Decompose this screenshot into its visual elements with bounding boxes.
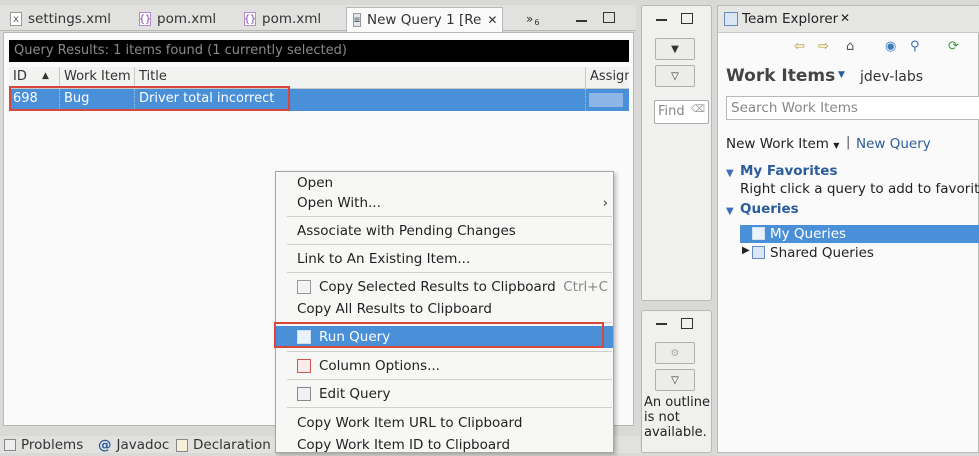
problems-icon bbox=[4, 439, 16, 451]
declaration-icon bbox=[176, 438, 188, 452]
menu-item-copy-all[interactable]: Copy All Results to Clipboard bbox=[276, 298, 613, 320]
globe-icon[interactable]: ◉ bbox=[885, 40, 899, 54]
row-highlight-box bbox=[9, 86, 290, 111]
favorites-hint: Right click a query to add to favorites bbox=[740, 181, 979, 197]
view-menu-dropdown[interactable]: ▽ bbox=[655, 65, 695, 87]
connect-icon[interactable]: ⚲ bbox=[910, 40, 924, 54]
expand-arrow-icon[interactable]: ▶ bbox=[742, 245, 750, 256]
query-file-icon: ≡ bbox=[353, 13, 362, 27]
find-input[interactable]: Find ⌫ bbox=[654, 100, 709, 124]
clear-icon[interactable]: ⌫ bbox=[691, 104, 705, 115]
view-menu-dropdown[interactable]: ▽ bbox=[655, 369, 695, 391]
column-header-assigned[interactable]: Assign bbox=[586, 67, 629, 89]
refresh-icon[interactable]: ⟳ bbox=[948, 40, 962, 54]
team-explorer-tab: Team Explorer ✕ bbox=[718, 6, 979, 33]
outline-action-button[interactable]: ⚙ bbox=[655, 342, 695, 364]
tree-item-shared-queries[interactable]: ▶ Shared Queries bbox=[740, 244, 979, 262]
menu-item-copy-selected[interactable]: Copy Selected Results to Clipboard Ctrl+… bbox=[276, 276, 613, 298]
menu-separator bbox=[287, 407, 612, 408]
menu-separator bbox=[287, 272, 612, 273]
maven-pom-icon: {} bbox=[243, 12, 257, 26]
outline-panel-top: ▼ ▽ Find ⌫ bbox=[641, 5, 712, 301]
xml-file-icon: x bbox=[10, 12, 22, 26]
view-menu-button[interactable]: ▼ bbox=[655, 38, 695, 60]
tab-pom-xml-2[interactable]: {} pom.xml bbox=[238, 7, 344, 31]
context-menu: Open Open With... › Associate with Pendin… bbox=[275, 171, 614, 453]
tab-pom-xml-1[interactable]: {} pom.xml bbox=[133, 7, 237, 31]
expand-queries-icon[interactable]: ▼ bbox=[726, 206, 734, 217]
edit-query-icon bbox=[297, 387, 311, 401]
tab-declaration[interactable]: Declaration bbox=[176, 437, 271, 453]
menu-item-associate[interactable]: Associate with Pending Changes bbox=[276, 220, 613, 242]
close-icon[interactable]: ✕ bbox=[840, 11, 850, 25]
menu-item-edit-query[interactable]: Edit Query bbox=[276, 383, 613, 405]
tab-settings-xml[interactable]: x settings.xml bbox=[4, 7, 132, 31]
tree-item-my-queries[interactable]: My Queries bbox=[740, 225, 979, 243]
new-query-link[interactable]: New Query bbox=[856, 136, 931, 152]
team-explorer-panel: Team Explorer ✕ ⇦ ⇨ ⌂ ◉ ⚲ ⟳ Work Items ▼… bbox=[717, 5, 979, 453]
cell-assigned bbox=[586, 89, 629, 111]
maximize-icon[interactable] bbox=[603, 12, 615, 23]
menu-highlight-box bbox=[274, 322, 604, 348]
link-divider: | bbox=[846, 135, 851, 150]
close-icon[interactable]: ✕ bbox=[487, 13, 497, 27]
section-title: Work Items bbox=[726, 66, 836, 86]
search-work-items-input[interactable]: Search Work Items bbox=[726, 96, 979, 120]
menu-item-open[interactable]: Open bbox=[276, 172, 613, 194]
menu-item-link-existing[interactable]: Link to An Existing Item... bbox=[276, 248, 613, 270]
column-options-icon bbox=[297, 359, 311, 373]
maximize-icon[interactable] bbox=[681, 13, 693, 24]
menu-item-copy-url[interactable]: Copy Work Item URL to Clipboard bbox=[276, 412, 613, 434]
menu-item-open-with[interactable]: Open With... › bbox=[276, 192, 613, 214]
home-icon[interactable]: ⌂ bbox=[846, 40, 860, 54]
team-explorer-icon bbox=[724, 12, 738, 26]
back-icon[interactable]: ⇦ bbox=[794, 40, 808, 54]
menu-separator bbox=[287, 216, 612, 217]
outline-panel-bottom: ⚙ ▽ An outline is not available. bbox=[641, 310, 712, 453]
maven-pom-icon: {} bbox=[138, 12, 152, 26]
chevron-down-icon[interactable]: ▼ bbox=[838, 70, 845, 80]
forward-icon[interactable]: ⇨ bbox=[818, 40, 832, 54]
query-folder-icon bbox=[752, 246, 765, 259]
tab-new-query[interactable]: ≡ New Query 1 [Re ✕ bbox=[346, 7, 503, 32]
queries-header[interactable]: Queries bbox=[740, 201, 799, 217]
tab-problems[interactable]: Problems bbox=[4, 437, 83, 453]
minimize-icon[interactable] bbox=[576, 20, 587, 22]
favorites-header[interactable]: My Favorites bbox=[740, 163, 837, 179]
new-work-item-link[interactable]: New Work Item ▼ bbox=[726, 136, 839, 152]
menu-item-column-options[interactable]: Column Options... bbox=[276, 355, 613, 377]
maximize-icon[interactable] bbox=[681, 318, 693, 329]
query-status-bar: Query Results: 1 items found (1 currentl… bbox=[9, 40, 629, 62]
project-name[interactable]: jdev-labs bbox=[860, 69, 923, 85]
outline-message: An outline is not available. bbox=[644, 395, 711, 440]
expand-favorites-icon[interactable]: ▼ bbox=[726, 168, 734, 179]
sort-ascending-icon: ▲ bbox=[42, 71, 49, 81]
menu-separator bbox=[287, 244, 612, 245]
submenu-arrow-icon: › bbox=[602, 195, 608, 211]
menu-separator bbox=[287, 379, 612, 380]
minimize-icon[interactable] bbox=[656, 323, 667, 325]
minimize-icon[interactable] bbox=[656, 19, 667, 21]
javadoc-icon: @ bbox=[98, 437, 112, 453]
tab-javadoc[interactable]: @ Javadoc bbox=[98, 437, 169, 453]
copy-icon bbox=[297, 280, 311, 294]
chevron-down-icon: ▼ bbox=[833, 141, 840, 150]
tab-overflow[interactable]: » 6 bbox=[520, 7, 550, 31]
menu-separator bbox=[287, 351, 612, 352]
editor-tab-bar: x settings.xml {} pom.xml {} pom.xml ≡ N… bbox=[0, 5, 636, 32]
query-folder-icon bbox=[752, 227, 765, 240]
